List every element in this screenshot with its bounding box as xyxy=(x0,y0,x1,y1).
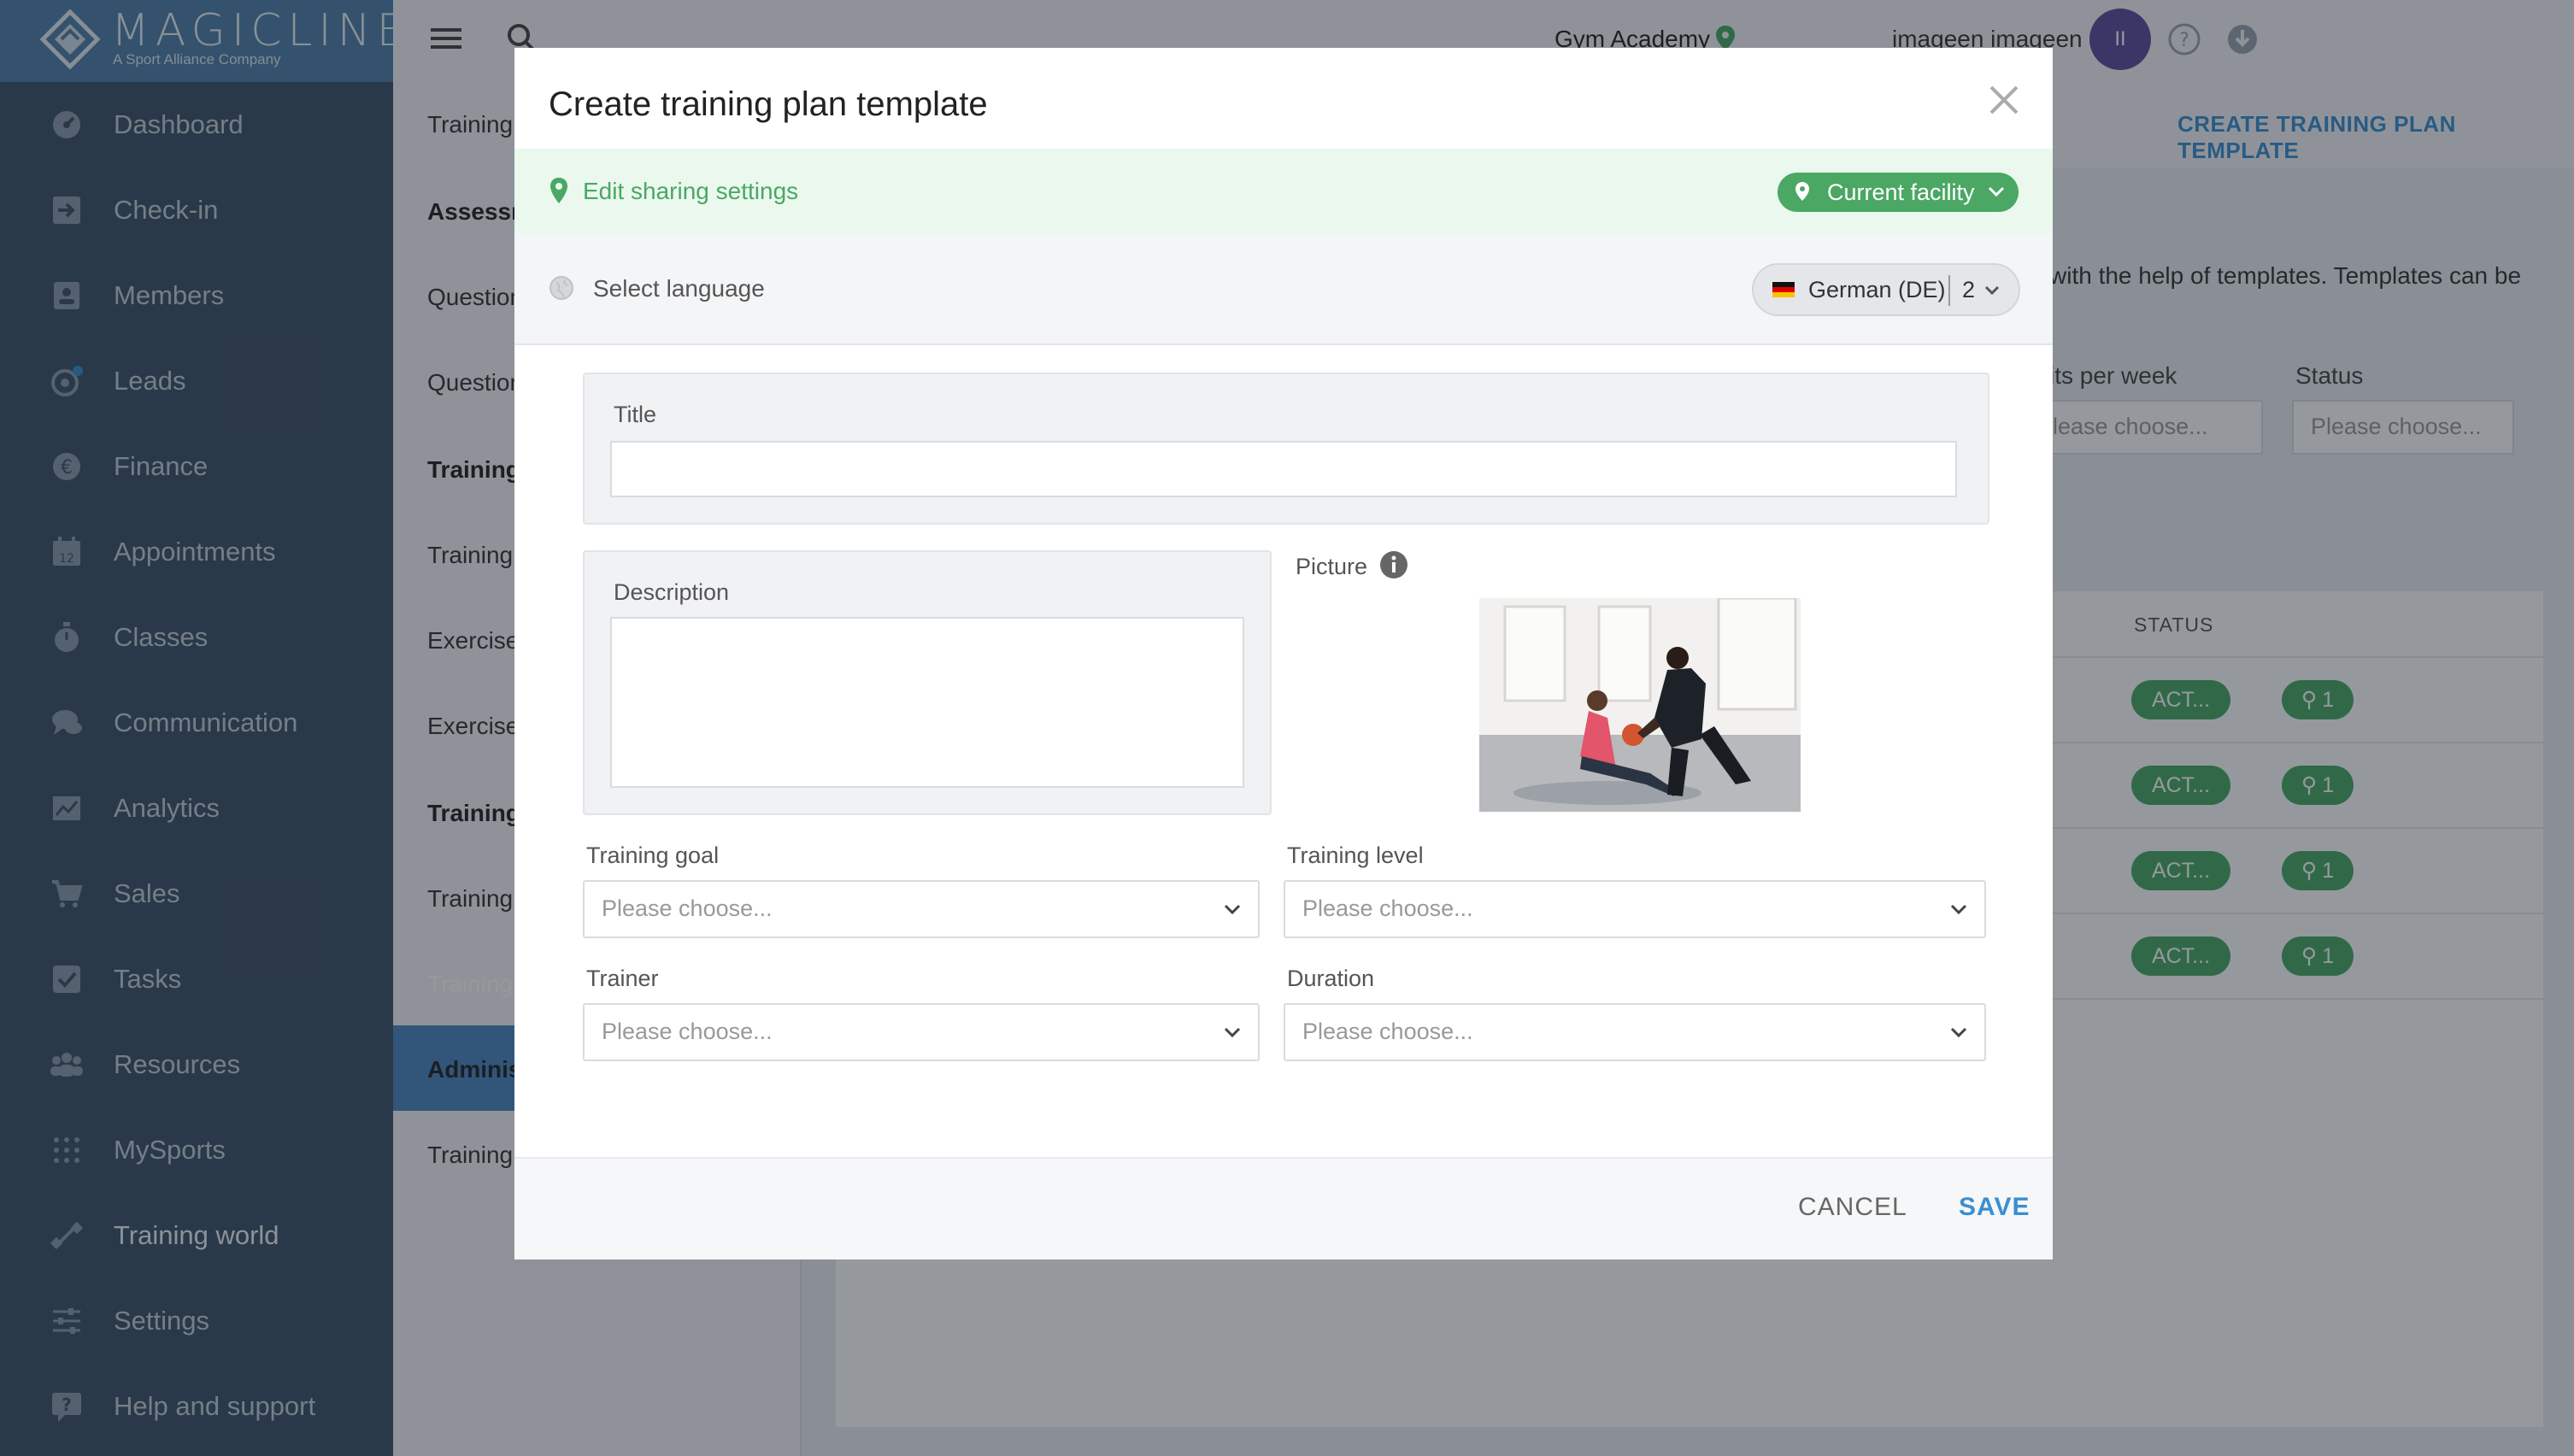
location-pin-icon xyxy=(1795,182,1809,201)
trainer-select[interactable]: Please choose... xyxy=(583,1003,1260,1061)
info-icon[interactable] xyxy=(1379,550,1408,579)
duration-select[interactable]: Please choose... xyxy=(1284,1003,1986,1061)
selected-language: German (DE) xyxy=(1808,277,1946,302)
chevron-down-icon xyxy=(1224,1027,1241,1038)
dialog-title: Create training plan template xyxy=(549,85,988,123)
german-flag-icon xyxy=(1772,282,1795,297)
facility-scope-dropdown[interactable]: Current facility xyxy=(1778,173,2019,212)
description-panel: Description xyxy=(583,550,1272,815)
description-textarea[interactable] xyxy=(610,617,1244,788)
template-picture[interactable] xyxy=(1479,598,1801,812)
chevron-down-icon xyxy=(1224,904,1241,915)
edit-sharing-settings-link[interactable]: Edit sharing settings xyxy=(583,178,798,205)
chevron-down-icon xyxy=(1988,186,2005,197)
save-button[interactable]: SAVE xyxy=(1959,1193,2030,1222)
trainer-placeholder: Please choose... xyxy=(602,1019,773,1044)
facility-scope-label: Current facility xyxy=(1827,179,1975,205)
language-count: 2 xyxy=(1962,277,1976,302)
title-panel: Title xyxy=(583,373,1989,525)
training-level-placeholder: Please choose... xyxy=(1302,895,1473,921)
cancel-button[interactable]: CANCEL xyxy=(1798,1193,1907,1222)
create-template-dialog: Create training plan template Edit shari… xyxy=(514,48,2053,1259)
sharing-settings-bar: Edit sharing settings Current facility xyxy=(514,149,2053,234)
training-level-select[interactable]: Please choose... xyxy=(1284,880,1986,938)
language-dropdown[interactable]: German (DE) 2 xyxy=(1752,263,2020,316)
chevron-down-icon xyxy=(1950,1027,1967,1038)
training-photo-image xyxy=(1479,598,1801,812)
training-goal-select[interactable]: Please choose... xyxy=(583,880,1260,938)
training-goal-label: Training goal xyxy=(586,842,720,868)
select-language-label: Select language xyxy=(593,275,765,302)
chevron-down-icon xyxy=(1950,904,1967,915)
close-icon[interactable] xyxy=(1984,80,2024,120)
location-pin-icon xyxy=(550,178,567,203)
trainer-label: Trainer xyxy=(586,966,659,991)
title-input[interactable] xyxy=(610,441,1957,497)
training-goal-placeholder: Please choose... xyxy=(602,895,773,921)
duration-placeholder: Please choose... xyxy=(1302,1019,1473,1044)
chevron-down-icon xyxy=(1984,285,2000,296)
duration-label: Duration xyxy=(1287,966,1375,991)
training-level-label: Training level xyxy=(1287,842,1424,868)
globe-icon xyxy=(549,276,573,300)
divider xyxy=(1948,275,1950,306)
picture-label: Picture xyxy=(1296,554,1368,579)
dialog-footer: CANCEL SAVE xyxy=(514,1157,2053,1259)
title-label: Title xyxy=(614,402,657,427)
description-label: Description xyxy=(614,579,730,605)
language-bar: Select language German (DE) 2 xyxy=(514,234,2053,345)
